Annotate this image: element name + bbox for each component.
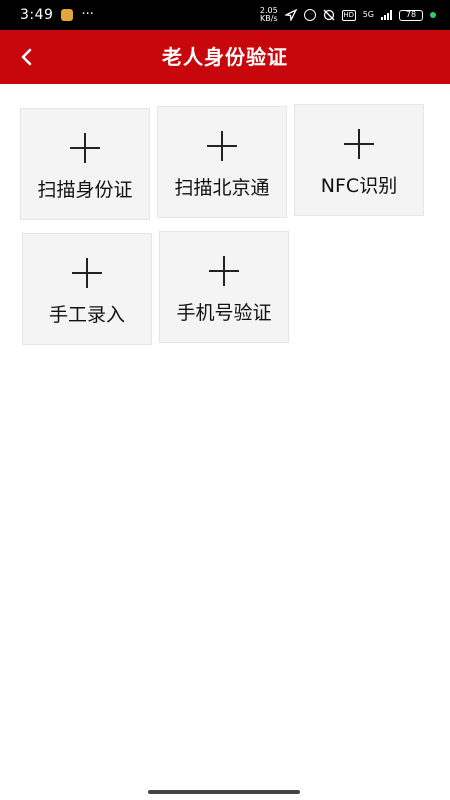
app-notification-icon: [61, 9, 74, 21]
plus-icon: [209, 256, 239, 286]
network-type: 5G: [362, 10, 374, 19]
page-title: 老人身份验证: [162, 45, 288, 69]
location-icon: [284, 9, 297, 21]
plus-icon: [344, 129, 374, 159]
plus-icon: [70, 133, 100, 163]
tile-label: 扫描身份证: [37, 179, 133, 201]
status-bar: 3:49 ··· 2.05 KB/s HD 5G 78: [0, 0, 450, 30]
privacy-indicator-icon: [430, 12, 436, 18]
home-indicator[interactable]: [148, 790, 300, 794]
tile-label: 扫描北京通: [174, 177, 270, 199]
tile-label: 手工录入: [48, 304, 125, 326]
battery-icon: 78: [399, 9, 423, 21]
nfc-recognition-button[interactable]: NFC识别: [294, 104, 424, 216]
status-left: 3:49 ···: [20, 7, 94, 23]
scan-id-card-button[interactable]: 扫描身份证: [20, 108, 150, 220]
app-header: 老人身份验证: [0, 30, 450, 84]
status-time: 3:49: [20, 7, 54, 23]
phone-verification-button[interactable]: 手机号验证: [159, 231, 289, 343]
network-speed-unit: KB/s: [259, 14, 278, 23]
status-right: 2.05 KB/s HD 5G 78: [260, 7, 436, 23]
tile-label: NFC识别: [320, 175, 398, 197]
network-speed: 2.05 KB/s: [260, 7, 278, 23]
more-notifications-icon: ···: [81, 7, 94, 22]
alarm-off-icon: [323, 9, 335, 21]
manual-entry-button[interactable]: 手工录入: [22, 233, 152, 345]
plus-icon: [72, 258, 102, 288]
sync-icon: [303, 9, 316, 21]
scan-beijing-tong-button[interactable]: 扫描北京通: [157, 106, 287, 218]
hd-icon: HD: [341, 9, 356, 21]
plus-icon: [207, 131, 237, 161]
signal-icon: [381, 10, 392, 20]
tile-label: 手机号验证: [176, 302, 272, 324]
